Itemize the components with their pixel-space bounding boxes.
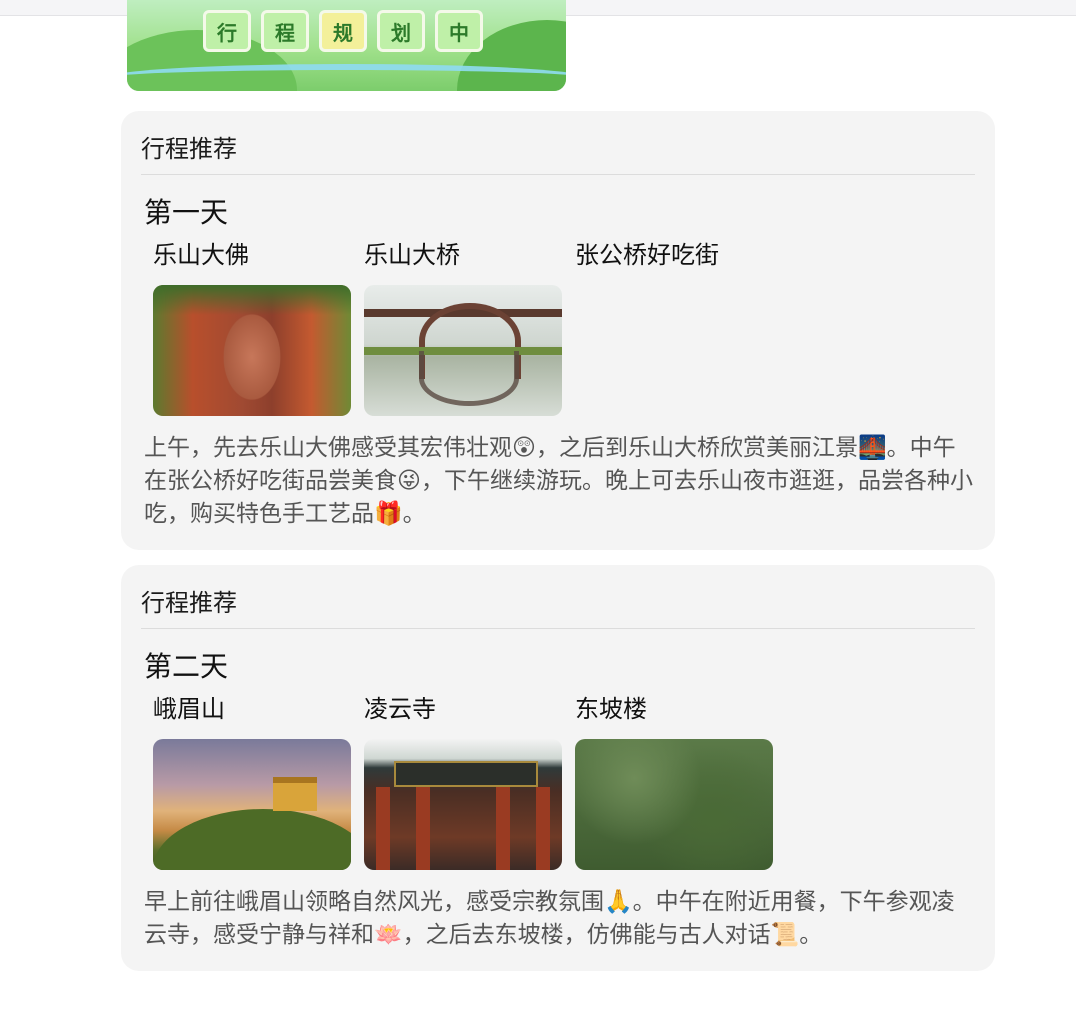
image-detail [496, 787, 510, 870]
card-header: 行程推荐 [141, 135, 237, 163]
day-description: 上午，先去乐山大佛感受其宏伟壮观😲，之后到乐山大桥欣赏美丽江景🌉。中午在张公桥好… [144, 435, 973, 527]
day-title: 第一天 [144, 196, 229, 229]
spot-name: 张公桥好吃街 [575, 241, 719, 269]
spot-name: 凌云寺 [364, 695, 436, 723]
spot-card[interactable]: 东坡楼 [575, 691, 775, 870]
image-detail [153, 809, 351, 870]
image-detail [153, 285, 351, 315]
spot-name: 峨眉山 [153, 695, 225, 723]
spot-name: 乐山大桥 [364, 241, 460, 269]
spot-image-leshan-buddha[interactable] [153, 285, 351, 416]
spot-card[interactable]: 乐山大桥 [364, 237, 564, 416]
spot-card[interactable]: 乐山大佛 [153, 237, 353, 416]
card-divider [141, 174, 975, 175]
itinerary-card-day1: 行程推荐 第一天 乐山大佛 乐山大桥 张公桥好吃街 上午，先去乐山大佛感受其宏伟… [121, 111, 995, 550]
spot-card[interactable]: 凌云寺 [364, 691, 564, 870]
spot-image-dongpo-tower[interactable] [575, 739, 773, 870]
spot-name: 乐山大佛 [153, 241, 249, 269]
day-title: 第二天 [144, 650, 229, 683]
itinerary-card-day2: 行程推荐 第二天 峨眉山 凌云寺 东坡楼 早上前往峨眉山领略自然风光，感受宗教氛… [121, 565, 995, 971]
day-description: 早上前往峨眉山领略自然风光，感受宗教氛围🙏。中午在附近用餐，下午参观凌云寺，感受… [144, 889, 955, 948]
spot-card[interactable]: 峨眉山 [153, 691, 353, 870]
image-detail [376, 787, 390, 870]
image-detail [536, 787, 550, 870]
banner-tile: 划 [377, 10, 425, 52]
image-detail [273, 777, 317, 811]
image-detail [394, 761, 538, 787]
banner-tile: 规 [319, 10, 367, 52]
card-divider [141, 628, 975, 629]
spot-card[interactable]: 张公桥好吃街 [575, 237, 835, 273]
spot-name: 东坡楼 [575, 695, 647, 723]
banner-tile: 中 [435, 10, 483, 52]
banner-tiles: 行 程 规 划 中 [203, 10, 483, 52]
banner-river [127, 64, 566, 91]
banner-tile: 程 [261, 10, 309, 52]
itinerary-planning-banner: 行 程 规 划 中 [127, 0, 566, 91]
banner-tile: 行 [203, 10, 251, 52]
card-header: 行程推荐 [141, 589, 237, 617]
spot-image-emei-mountain[interactable] [153, 739, 351, 870]
image-detail [416, 787, 430, 870]
spot-image-lingyun-temple[interactable] [364, 739, 562, 870]
spot-image-leshan-bridge[interactable] [364, 285, 562, 416]
image-detail [419, 351, 519, 406]
